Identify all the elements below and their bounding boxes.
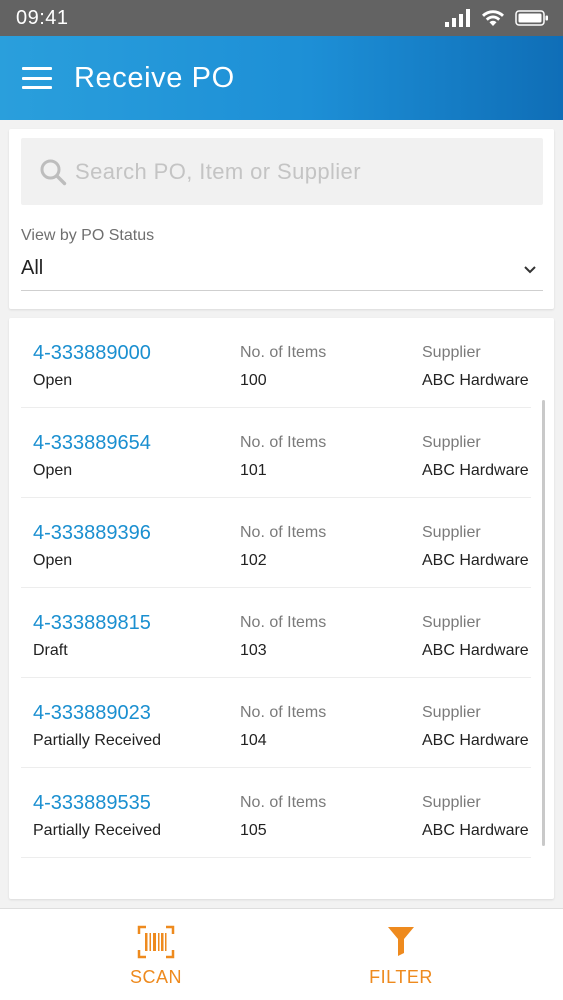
chevron-down-icon: [524, 266, 536, 274]
items-count-value: 103: [240, 642, 267, 659]
po-status: Open: [33, 372, 73, 389]
supplier-label: Supplier: [422, 434, 481, 451]
items-count-value: 104: [240, 732, 267, 749]
status-icons: [445, 9, 549, 27]
filter-label: FILTER: [369, 967, 433, 987]
search-icon: [40, 159, 67, 185]
po-list-item[interactable]: 4-333889396 Open No. of Items 102 Suppli…: [21, 498, 531, 588]
po-list-item[interactable]: 4-333889000 Open No. of Items 100 Suppli…: [21, 318, 531, 408]
supplier-label: Supplier: [422, 524, 481, 541]
supplier-value: ABC Hardware: [422, 372, 529, 389]
items-count-value: 105: [240, 822, 267, 839]
items-count-label: No. of Items: [240, 344, 327, 361]
status-filter-label: View by PO Status: [21, 227, 155, 244]
status-filter-select[interactable]: All: [21, 253, 543, 291]
list-scrollbar[interactable]: [542, 400, 545, 846]
scan-button[interactable]: SCAN: [76, 909, 236, 1000]
supplier-label: Supplier: [422, 794, 481, 811]
supplier-value: ABC Hardware: [422, 822, 529, 839]
items-count-label: No. of Items: [240, 794, 327, 811]
po-list-item[interactable]: 4-333889535 Partially Received No. of It…: [21, 768, 531, 858]
page-title: Receive PO: [74, 61, 235, 94]
filter-button[interactable]: FILTER: [321, 909, 481, 1000]
cellular-signal-icon: [445, 9, 470, 27]
supplier-value: ABC Hardware: [422, 552, 529, 569]
supplier-label: Supplier: [422, 704, 481, 721]
po-number-link[interactable]: 4-333889654: [33, 432, 151, 455]
status-time: 09:41: [16, 6, 69, 29]
search-filter-card: View by PO Status All: [9, 129, 554, 309]
supplier-label: Supplier: [422, 344, 481, 361]
items-count-value: 102: [240, 552, 267, 569]
items-count-value: 100: [240, 372, 267, 389]
po-number-link[interactable]: 4-333889396: [33, 522, 151, 545]
barcode-scan-icon: [137, 925, 175, 959]
po-list: 4-333889000 Open No. of Items 100 Suppli…: [9, 318, 554, 899]
items-count-value: 101: [240, 462, 267, 479]
items-count-label: No. of Items: [240, 614, 327, 631]
app-bar: Receive PO: [0, 36, 563, 120]
po-number-link[interactable]: 4-333889000: [33, 342, 151, 365]
supplier-label: Supplier: [422, 614, 481, 631]
supplier-value: ABC Hardware: [422, 732, 529, 749]
items-count-label: No. of Items: [240, 434, 327, 451]
po-list-item[interactable]: 4-333889815 Draft No. of Items 103 Suppl…: [21, 588, 531, 678]
hamburger-menu-icon[interactable]: [22, 67, 52, 89]
search-input[interactable]: [75, 158, 515, 185]
supplier-value: ABC Hardware: [422, 642, 529, 659]
search-box[interactable]: [21, 138, 543, 205]
po-list-item[interactable]: 4-333889654 Open No. of Items 101 Suppli…: [21, 408, 531, 498]
po-status: Open: [33, 462, 73, 479]
po-status: Partially Received: [33, 732, 162, 749]
po-number-link[interactable]: 4-333889023: [33, 702, 151, 725]
po-number-link[interactable]: 4-333889535: [33, 792, 151, 815]
wifi-icon: [482, 10, 504, 26]
po-status: Draft: [33, 642, 68, 659]
status-filter-value: All: [21, 257, 44, 279]
scan-label: SCAN: [129, 967, 182, 987]
po-list-item[interactable]: 4-333889023 Partially Received No. of It…: [21, 678, 531, 768]
po-status: Open: [33, 552, 73, 569]
status-bar: 09:41: [0, 0, 563, 36]
items-count-label: No. of Items: [240, 524, 327, 541]
po-number-link[interactable]: 4-333889815: [33, 612, 151, 635]
battery-icon: [515, 10, 548, 26]
po-status: Partially Received: [33, 822, 162, 839]
items-count-label: No. of Items: [240, 704, 327, 721]
funnel-filter-icon: [388, 927, 414, 956]
supplier-value: ABC Hardware: [422, 462, 529, 479]
bottom-nav: SCAN FILTER: [0, 908, 563, 1000]
